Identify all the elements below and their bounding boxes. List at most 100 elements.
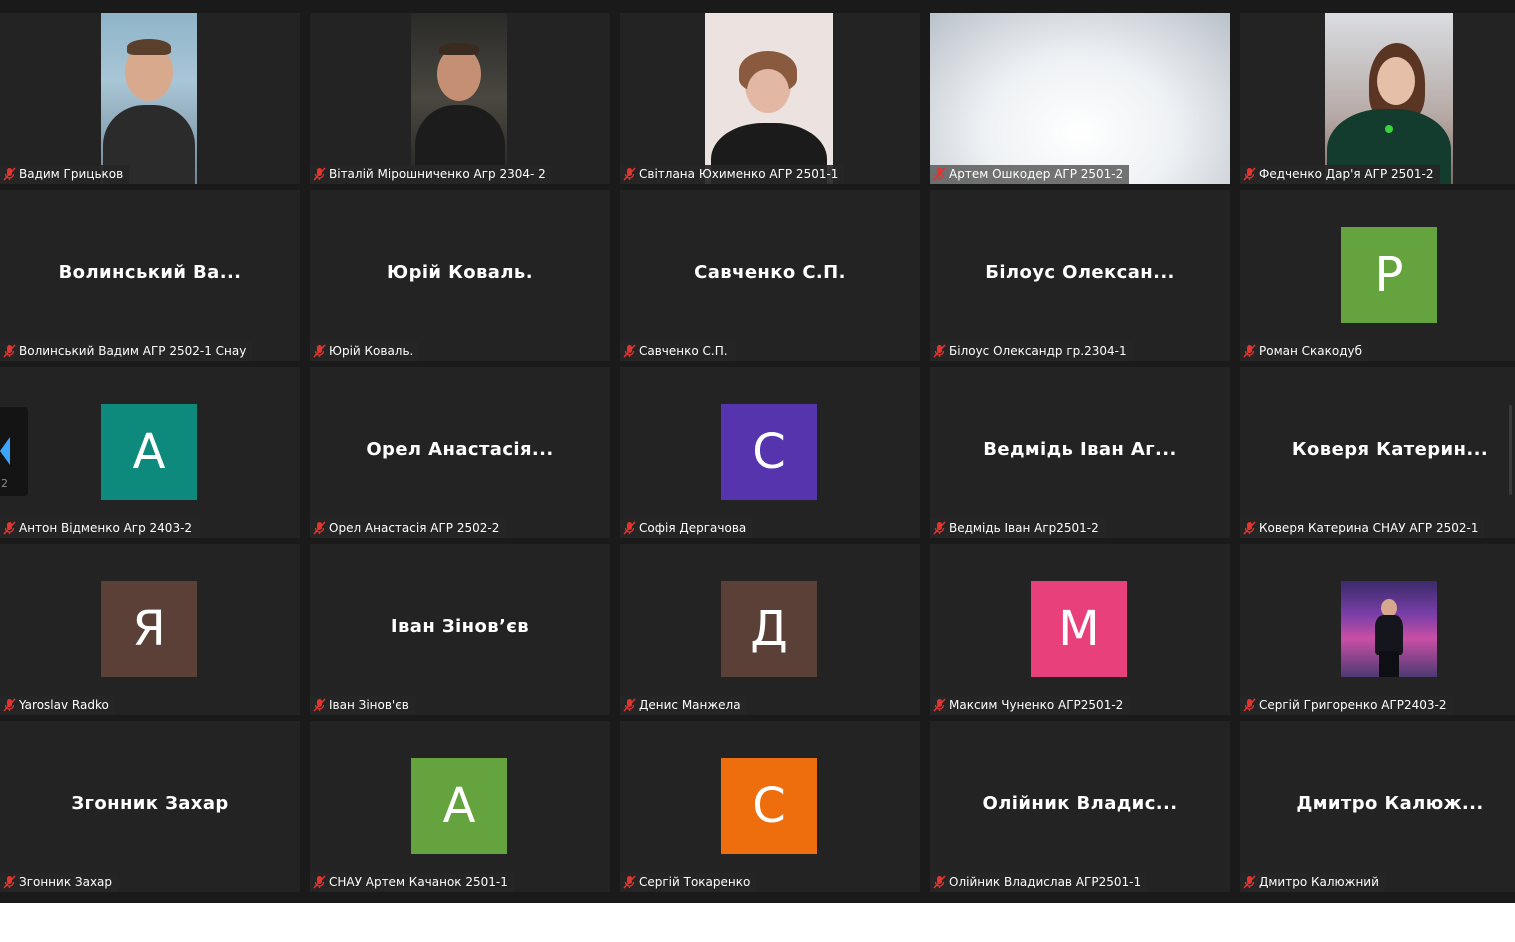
avatar: С (721, 404, 817, 500)
participant-tile[interactable]: Іван Зінов’єв Іван Зінов'єв (310, 544, 610, 715)
participant-name: Yaroslav Radko (19, 698, 109, 712)
participant-name-tag: Сергій Токаренко (620, 873, 757, 892)
participant-name: Світлана Юхименко АГР 2501-1 (639, 167, 839, 181)
participant-name-tag: Вадим Грицьков (0, 165, 130, 184)
participant-name-tag: Згонник Захар (0, 873, 119, 892)
muted-mic-icon (3, 167, 16, 181)
muted-mic-icon (623, 875, 636, 889)
avatar: Я (101, 581, 197, 677)
participant-name-tag: Юрій Коваль. (310, 342, 420, 361)
avatar: Р (1341, 227, 1437, 323)
muted-mic-icon (3, 698, 16, 712)
participant-center-name: Білоус Олексан... (985, 262, 1175, 283)
participant-tile[interactable]: Віталій Мірошниченко Агр 2304- 2 (310, 13, 610, 184)
participant-tile[interactable]: Вадим Грицьков (0, 13, 300, 184)
participant-center-name: Дмитро Калюж... (1296, 793, 1484, 814)
participant-name-tag: Антон Відменко Агр 2403-2 (0, 519, 199, 538)
muted-mic-icon (1243, 875, 1256, 889)
participant-video (930, 13, 1230, 184)
participant-tile[interactable]: Федченко Дар'я АГР 2501-2 (1240, 13, 1515, 184)
participant-tile[interactable]: С Сергій Токаренко (620, 721, 920, 892)
muted-mic-icon (623, 698, 636, 712)
participant-tile[interactable]: Ведмідь Іван Аг... Ведмідь Іван Агр2501-… (930, 367, 1230, 538)
next-page-handle[interactable] (1509, 405, 1512, 495)
participant-name: Антон Відменко Агр 2403-2 (19, 521, 193, 535)
previous-page-button[interactable]: 2 (0, 407, 28, 496)
participant-name: Згонник Захар (19, 875, 113, 889)
muted-mic-icon (1243, 521, 1256, 535)
muted-mic-icon (623, 344, 636, 358)
participant-name: Віталій Мірошниченко Агр 2304- 2 (329, 167, 546, 181)
participant-center-name: Іван Зінов’єв (390, 616, 530, 637)
participant-name-tag: Роман Скакодуб (1240, 342, 1369, 361)
participant-name-tag: Олійник Владислав АГР2501-1 (930, 873, 1148, 892)
participant-tile[interactable]: Волинський Ва... Волинський Вадим АГР 25… (0, 190, 300, 361)
participant-name-tag: Софія Дергачова (620, 519, 753, 538)
participant-name-tag: Світлана Юхименко АГР 2501-1 (620, 165, 845, 184)
participant-center-name: Олійник Владис... (982, 793, 1178, 814)
meeting-gallery-view: Вадим Грицьков Віталій Мірошниченко Агр … (0, 0, 1515, 903)
participant-video (1325, 13, 1453, 184)
muted-mic-icon (313, 167, 326, 181)
participant-name: Максим Чуненко АГР2501-2 (949, 698, 1124, 712)
participant-tile[interactable]: М Максим Чуненко АГР2501-2 (930, 544, 1230, 715)
participant-tile[interactable]: С Софія Дергачова (620, 367, 920, 538)
participant-tile[interactable]: Юрій Коваль. Юрій Коваль. (310, 190, 610, 361)
participant-tile[interactable]: Д Денис Манжела (620, 544, 920, 715)
participant-name-tag: Федченко Дар'я АГР 2501-2 (1240, 165, 1440, 184)
muted-mic-icon (623, 167, 636, 181)
participant-tile[interactable]: А Антон Відменко Агр 2403-2 (0, 367, 300, 538)
participant-tile[interactable]: Орел Анастасія... Орел Анастасія АГР 250… (310, 367, 610, 538)
muted-mic-icon (313, 521, 326, 535)
participant-name: Юрій Коваль. (329, 344, 414, 358)
participant-name: Федченко Дар'я АГР 2501-2 (1259, 167, 1434, 181)
participant-name-tag: Савченко С.П. (620, 342, 734, 361)
participant-tile[interactable]: Білоус Олексан... Білоус Олександр гр.23… (930, 190, 1230, 361)
participant-tile[interactable]: Згонник Захар Згонник Захар (0, 721, 300, 892)
muted-mic-icon (1243, 344, 1256, 358)
participant-name: Софія Дергачова (639, 521, 747, 535)
participant-name-tag: Іван Зінов'єв (310, 696, 415, 715)
participant-tile[interactable]: Артем Ошкодер АГР 2501-2 (930, 13, 1230, 184)
participant-name: Коверя Катерина СНАУ АГР 2502-1 (1259, 521, 1479, 535)
participant-tile[interactable]: Світлана Юхименко АГР 2501-1 (620, 13, 920, 184)
muted-mic-icon (313, 698, 326, 712)
participant-center-name: Орел Анастасія... (366, 439, 554, 460)
muted-mic-icon (313, 344, 326, 358)
participant-name-tag: Yaroslav Radko (0, 696, 115, 715)
participant-name: Іван Зінов'єв (329, 698, 409, 712)
muted-mic-icon (623, 521, 636, 535)
avatar: А (411, 758, 507, 854)
participant-center-name: Коверя Катерин... (1291, 439, 1489, 460)
muted-mic-icon (313, 875, 326, 889)
participant-name-tag: Віталій Мірошниченко Агр 2304- 2 (310, 165, 552, 184)
participant-name: Артем Ошкодер АГР 2501-2 (949, 167, 1124, 181)
muted-mic-icon (933, 167, 946, 181)
participant-name-tag: Орел Анастасія АГР 2502-2 (310, 519, 506, 538)
avatar-photo (1341, 581, 1437, 677)
participant-tile[interactable]: Олійник Владис... Олійник Владислав АГР2… (930, 721, 1230, 892)
participant-name-tag: Ведмідь Іван Агр2501-2 (930, 519, 1105, 538)
avatar: А (101, 404, 197, 500)
participant-name: Вадим Грицьков (19, 167, 124, 181)
participant-tile[interactable]: Дмитро Калюж... Дмитро Калюжний (1240, 721, 1515, 892)
participant-center-name: Згонник Захар (71, 793, 229, 814)
muted-mic-icon (933, 344, 946, 358)
page-indicator: 2 (1, 477, 8, 490)
participant-name-tag: Максим Чуненко АГР2501-2 (930, 696, 1130, 715)
participant-name: Олійник Владислав АГР2501-1 (949, 875, 1142, 889)
muted-mic-icon (3, 521, 16, 535)
participant-tile[interactable]: А СНАУ Артем Качанок 2501-1 (310, 721, 610, 892)
participant-name: Роман Скакодуб (1259, 344, 1363, 358)
participant-center-name: Ведмідь Іван Аг... (983, 439, 1177, 460)
participant-tile[interactable]: Р Роман Скакодуб (1240, 190, 1515, 361)
participant-name-tag: Денис Манжела (620, 696, 747, 715)
participant-tile[interactable]: Коверя Катерин... Коверя Катерина СНАУ А… (1240, 367, 1515, 538)
participant-tile[interactable]: Савченко С.П. Савченко С.П. (620, 190, 920, 361)
participant-name: СНАУ Артем Качанок 2501-1 (329, 875, 508, 889)
participant-name: Дмитро Калюжний (1259, 875, 1379, 889)
muted-mic-icon (933, 521, 946, 535)
participant-tile[interactable]: Сергій Григоренко АГР2403-2 (1240, 544, 1515, 715)
muted-mic-icon (1243, 167, 1256, 181)
participant-tile[interactable]: Я Yaroslav Radko (0, 544, 300, 715)
